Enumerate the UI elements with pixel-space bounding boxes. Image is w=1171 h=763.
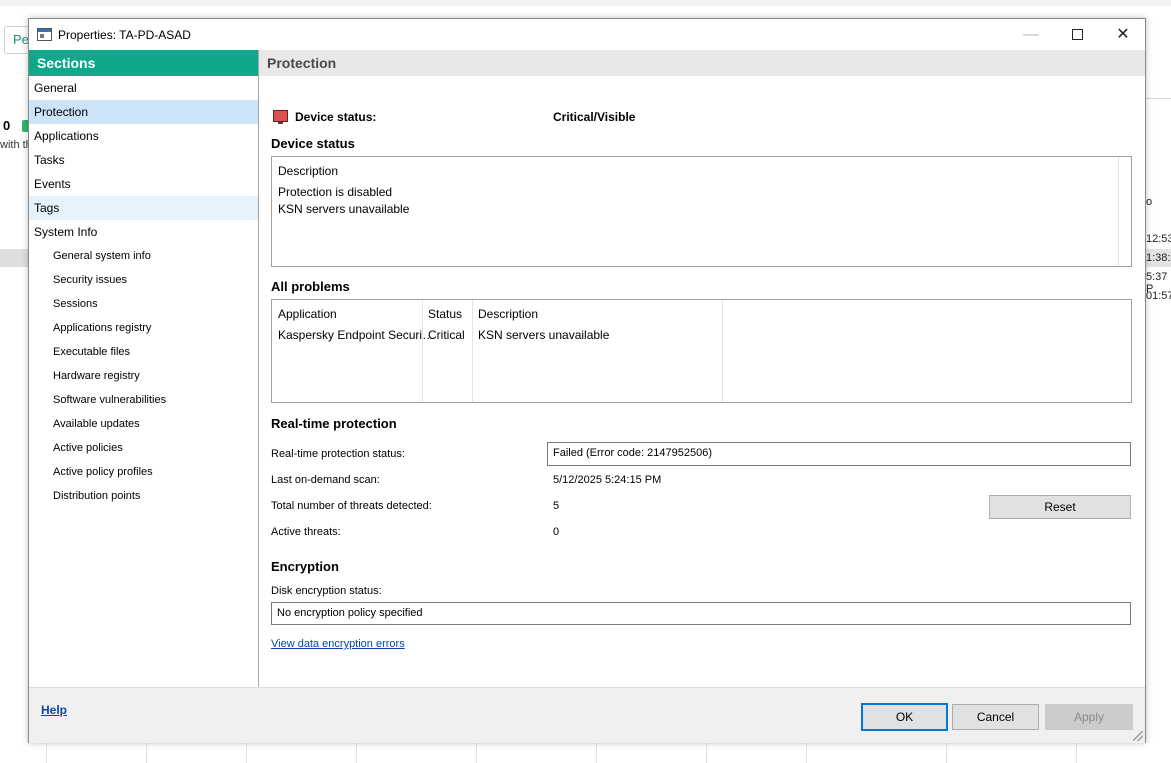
sidebar-item-available-updates[interactable]: Available updates bbox=[29, 412, 258, 436]
background-divider bbox=[1146, 98, 1171, 99]
close-button[interactable]: ✕ bbox=[1100, 19, 1146, 50]
sections-sidebar: Sections General Protection Applications… bbox=[29, 50, 259, 687]
background-tab-label: Pe bbox=[13, 32, 29, 47]
page-title: Protection bbox=[259, 50, 1145, 76]
sidebar-item-sessions[interactable]: Sessions bbox=[29, 292, 258, 316]
background-counter: 0 bbox=[3, 118, 11, 133]
sidebar-item-executable-files[interactable]: Executable files bbox=[29, 340, 258, 364]
properties-dialog: Properties: TA-PD-ASAD — ✕ Sections Gene… bbox=[28, 18, 1146, 743]
background-table-grid bbox=[0, 742, 1171, 763]
device-status-heading: Device status bbox=[271, 136, 355, 151]
view-encryption-errors-link[interactable]: View data encryption errors bbox=[271, 638, 405, 650]
title-bar[interactable]: Properties: TA-PD-ASAD — ✕ bbox=[29, 19, 1145, 50]
sidebar-item-distribution-points[interactable]: Distribution points bbox=[29, 484, 258, 508]
resize-grip-icon[interactable] bbox=[1133, 731, 1143, 741]
sidebar-item-software-vulnerabilities[interactable]: Software vulnerabilities bbox=[29, 388, 258, 412]
column-divider bbox=[422, 300, 423, 402]
table-cell-description[interactable]: KSN servers unavailable bbox=[478, 328, 609, 342]
sidebar-item-events[interactable]: Events bbox=[29, 172, 258, 196]
column-header-application[interactable]: Application bbox=[278, 307, 337, 321]
device-status-label: Device status: bbox=[295, 110, 377, 124]
dialog-footer: Help OK Cancel Apply bbox=[29, 687, 1145, 743]
disk-encryption-label: Disk encryption status: bbox=[271, 585, 382, 597]
column-divider bbox=[472, 300, 473, 402]
column-divider bbox=[1118, 157, 1119, 266]
threats-detected-value: 5 bbox=[553, 500, 560, 512]
sidebar-item-security-issues[interactable]: Security issues bbox=[29, 268, 258, 292]
realtime-status-label: Real-time protection status: bbox=[271, 448, 405, 460]
reset-button[interactable]: Reset bbox=[989, 495, 1131, 519]
table-cell-application[interactable]: Kaspersky Endpoint Securi… bbox=[278, 328, 434, 342]
protection-panel: Protection Device status: Critical/Visib… bbox=[259, 50, 1145, 687]
background-time: 1:38:4 bbox=[1146, 252, 1171, 264]
disk-encryption-field[interactable]: No encryption policy specified bbox=[271, 602, 1131, 625]
realtime-protection-heading: Real-time protection bbox=[271, 416, 397, 431]
sections-header: Sections bbox=[29, 50, 258, 76]
sidebar-item-applications[interactable]: Applications bbox=[29, 124, 258, 148]
sidebar-item-active-policy-profiles[interactable]: Active policy profiles bbox=[29, 460, 258, 484]
realtime-status-field[interactable]: Failed (Error code: 2147952506) bbox=[547, 442, 1131, 466]
ok-button[interactable]: OK bbox=[861, 703, 948, 731]
sidebar-item-tasks[interactable]: Tasks bbox=[29, 148, 258, 172]
all-problems-table[interactable]: Application Status Description Kaspersky… bbox=[271, 299, 1132, 403]
device-status-list[interactable]: Description Protection is disabled KSN s… bbox=[271, 156, 1132, 267]
apply-button[interactable]: Apply bbox=[1045, 704, 1133, 730]
device-status-value: Critical/Visible bbox=[553, 110, 636, 124]
background-time: 12:53: bbox=[1146, 233, 1171, 245]
column-header-description: Description bbox=[278, 164, 339, 178]
sidebar-item-system-info[interactable]: System Info bbox=[29, 220, 258, 244]
all-problems-heading: All problems bbox=[271, 279, 350, 294]
window-title: Properties: TA-PD-ASAD bbox=[58, 28, 191, 42]
background-time: 01:57 bbox=[1146, 290, 1171, 302]
column-divider bbox=[722, 300, 723, 402]
active-threats-value: 0 bbox=[553, 526, 560, 538]
maximize-icon bbox=[1071, 29, 1083, 41]
background-text-right: o bbox=[1146, 196, 1153, 208]
minimize-button[interactable]: — bbox=[1008, 19, 1054, 50]
column-header-status[interactable]: Status bbox=[428, 307, 462, 321]
background-selected-row bbox=[0, 249, 28, 267]
background-app-topbar bbox=[0, 0, 1171, 6]
sidebar-item-protection[interactable]: Protection bbox=[29, 100, 258, 124]
sidebar-item-hardware-registry[interactable]: Hardware registry bbox=[29, 364, 258, 388]
monitor-critical-icon bbox=[273, 110, 288, 124]
sidebar-item-general-system-info[interactable]: General system info bbox=[29, 244, 258, 268]
last-scan-label: Last on-demand scan: bbox=[271, 474, 380, 486]
sidebar-item-active-policies[interactable]: Active policies bbox=[29, 436, 258, 460]
list-item: KSN servers unavailable bbox=[278, 202, 410, 216]
list-item: Protection is disabled bbox=[278, 185, 393, 199]
sidebar-item-tags[interactable]: Tags bbox=[29, 196, 258, 220]
table-cell-status[interactable]: Critical bbox=[428, 328, 465, 342]
last-scan-value: 5/12/2025 5:24:15 PM bbox=[553, 474, 662, 486]
sidebar-item-applications-registry[interactable]: Applications registry bbox=[29, 316, 258, 340]
encryption-heading: Encryption bbox=[271, 559, 339, 574]
cancel-button[interactable]: Cancel bbox=[952, 704, 1039, 730]
threats-detected-label: Total number of threats detected: bbox=[271, 500, 432, 512]
active-threats-label: Active threats: bbox=[271, 526, 341, 538]
window-icon bbox=[37, 28, 52, 41]
help-link[interactable]: Help bbox=[41, 703, 67, 717]
sidebar-item-general[interactable]: General bbox=[29, 76, 258, 100]
column-header-description[interactable]: Description bbox=[478, 307, 538, 321]
maximize-button[interactable] bbox=[1054, 19, 1100, 50]
